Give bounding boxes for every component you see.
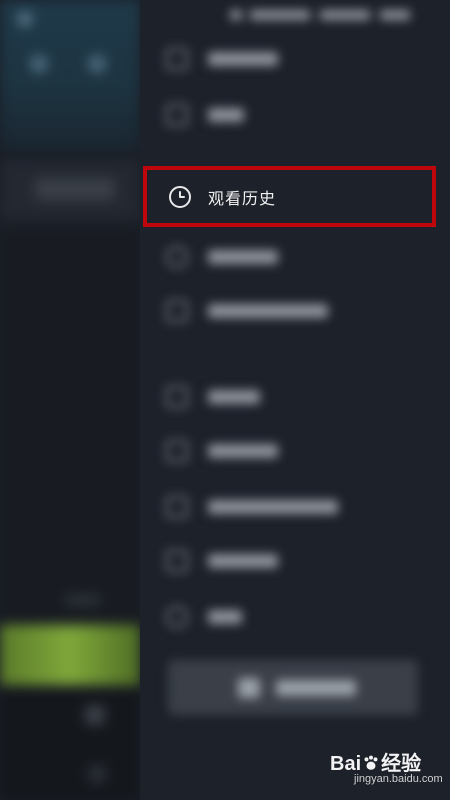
background-app-bottom-bar bbox=[0, 690, 140, 800]
background-app-icon bbox=[85, 705, 105, 725]
background-app-list bbox=[0, 230, 140, 620]
menu-item[interactable] bbox=[160, 540, 430, 580]
status-bar bbox=[230, 8, 430, 22]
drawer-bottom-button[interactable] bbox=[168, 660, 418, 715]
background-app-banner bbox=[0, 625, 140, 685]
menu-item-icon bbox=[166, 440, 188, 462]
menu-item[interactable] bbox=[160, 236, 430, 276]
drawer-menu bbox=[140, 0, 450, 800]
watermark-logo-text-right: 经验 bbox=[381, 753, 422, 775]
background-app-blurred-content bbox=[0, 0, 140, 800]
menu-item-icon bbox=[166, 550, 188, 572]
background-app-icon bbox=[88, 765, 106, 783]
menu-item-icon bbox=[166, 300, 188, 322]
menu-item-icon bbox=[166, 496, 188, 518]
background-app-icon bbox=[88, 55, 106, 73]
watermark-logo: Bai 经验 bbox=[330, 747, 421, 776]
menu-item[interactable] bbox=[160, 376, 430, 416]
menu-item-icon bbox=[166, 246, 188, 268]
watermark-url: jingyan.baidu.com bbox=[354, 773, 443, 785]
menu-item[interactable] bbox=[160, 430, 430, 470]
watermark-logo-text-left: Bai bbox=[330, 753, 362, 775]
background-app-chip bbox=[35, 178, 115, 200]
menu-item[interactable] bbox=[160, 94, 430, 134]
watermark: Bai 经验 jingyan.baidu.com bbox=[330, 745, 443, 790]
highlight-annotation-box bbox=[143, 166, 436, 227]
background-app-logo bbox=[18, 12, 32, 26]
menu-item-icon bbox=[166, 48, 188, 70]
menu-item[interactable] bbox=[160, 596, 430, 636]
menu-item-icon bbox=[166, 386, 188, 408]
background-app-panel bbox=[0, 0, 140, 800]
background-app-chip bbox=[65, 595, 100, 605]
menu-item[interactable] bbox=[160, 290, 430, 330]
menu-item-icon bbox=[166, 104, 188, 126]
menu-item[interactable] bbox=[160, 486, 430, 526]
drawer-blurred-items bbox=[140, 0, 450, 800]
paw-icon bbox=[364, 755, 378, 770]
menu-item[interactable] bbox=[160, 38, 430, 78]
menu-item-icon bbox=[166, 606, 188, 628]
background-app-icon bbox=[30, 55, 48, 73]
